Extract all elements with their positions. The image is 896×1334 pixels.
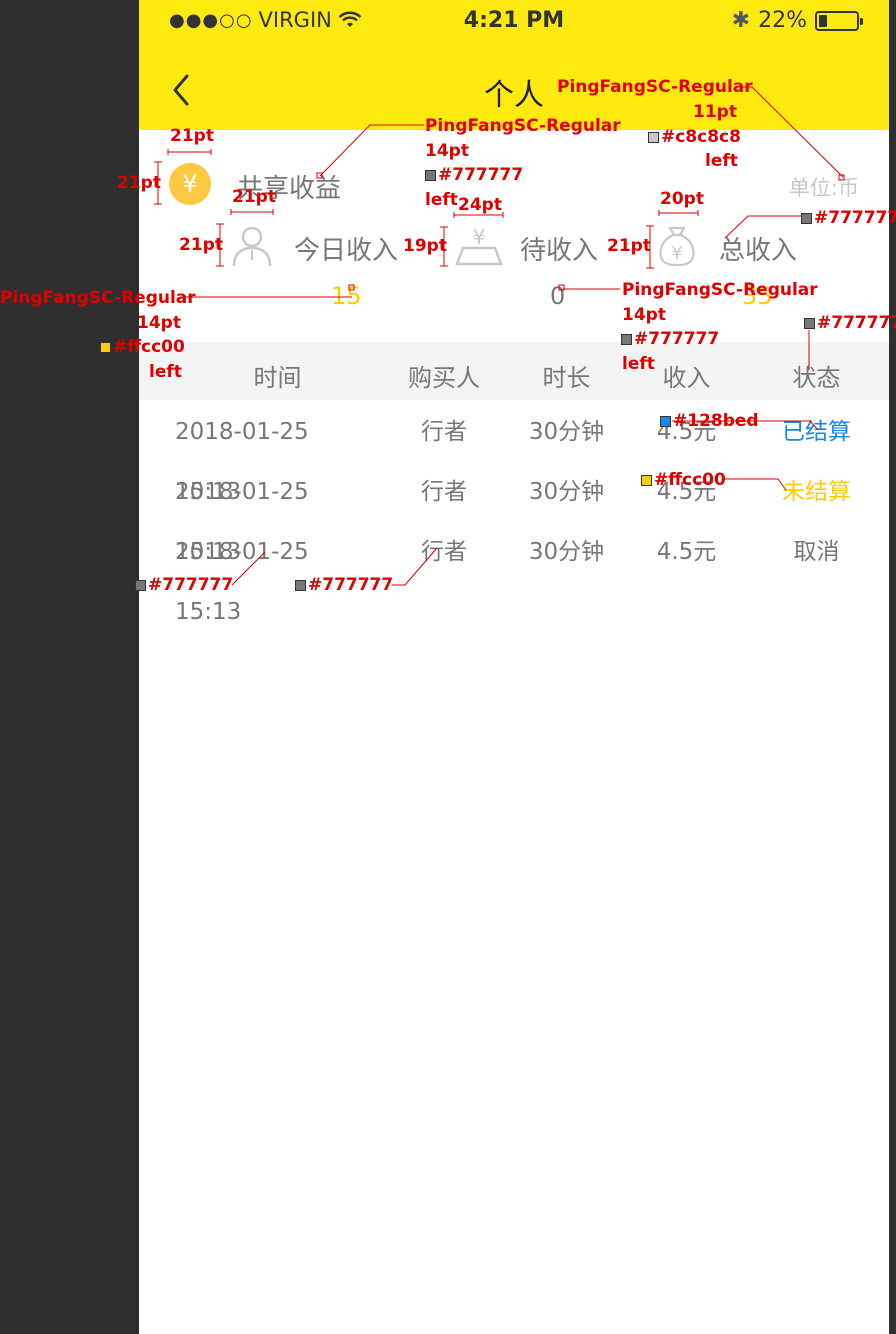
header-duration: 时长 [542,364,591,392]
annot-title-color: #c8c8c8 [648,129,741,146]
annot-share-color-text: #777777 [438,165,524,185]
annot-dim-w4: 20pt [660,189,704,209]
row-status: 取消 [793,539,840,565]
pending-income-label: 待收入 [520,236,599,266]
header-bar: ●●●○○ VIRGIN 4:21 PM ✱ 22% 个人 [139,0,889,130]
annot-share-size: 14pt [425,141,469,161]
header-buyer: 购买人 [408,364,480,392]
svg-text:¥: ¥ [671,243,682,264]
annot-buyer-color-text: #777777 [308,575,394,595]
annot-total-color-text: #777777 [814,208,896,228]
annot-total-color: #777777 [801,210,896,227]
table-row[interactable]: 2018-01-25 15:13 行者 30分钟 4.5元 未结算 [139,462,889,565]
annot-today-align: left [149,362,182,382]
table-row[interactable]: 2018-01-25 15:13 行者 30分钟 4.5元 取消 [139,522,889,625]
money-bag-icon: ¥ [659,226,695,266]
pending-yen-icon: ¥ [455,225,503,266]
status-bar: ●●●○○ VIRGIN 4:21 PM ✱ 22% [139,0,889,46]
annot-title-size: 11pt [693,102,737,122]
annot-today-font: PingFangSC-Regular [0,288,196,308]
row-buyer: 行者 [421,539,467,565]
header-status: 状态 [792,364,841,392]
annot-dim-w1: 21pt [170,126,214,146]
annot-pending-color-text: #777777 [634,329,720,349]
annot-share-font: PingFangSC-Regular [425,116,621,136]
row-status: 已结算 [782,419,851,445]
annot-today-color-text: #ffcc00 [113,337,185,357]
annot-dim-h4: 21pt [607,236,651,256]
annot-settled-color-text: #128bed [673,411,759,431]
annot-dim-w3: 24pt [458,195,502,215]
row-duration: 30分钟 [528,479,605,505]
svg-text:¥: ¥ [473,225,486,249]
annot-today-size: 14pt [137,313,181,333]
row-status: 未结算 [782,479,851,505]
annot-time-color: #777777 [135,577,233,594]
annot-dim-h3: 19pt [403,236,447,256]
annot-title-align: left [705,151,738,171]
row-buyer: 行者 [421,419,467,445]
row-duration: 30分钟 [528,419,605,445]
row-buyer: 行者 [421,479,467,505]
annot-settled-color: #128bed [660,413,759,430]
annot-title-color-text: #c8c8c8 [661,127,741,147]
annot-pending-align: left [622,354,655,374]
table-header: 时间 购买人 时长 收入 状态 [139,342,889,400]
annot-unsettled-color-text: #ffcc00 [654,470,726,490]
page-title: 个人 [484,78,544,113]
annot-dim-w2: 21pt [232,187,276,207]
annot-unsettled-color: #ffcc00 [641,472,726,489]
annot-pending-color: #777777 [621,331,719,348]
unit-label: 单位:币 [788,176,859,200]
annot-share-color: #777777 [425,167,523,184]
yen-coin-icon: ¥ [169,163,211,205]
header-time: 时间 [253,364,302,392]
total-income-label: 总收入 [719,236,798,266]
annot-header-color-text: #777777 [817,313,896,333]
annot-share-align: left [425,190,458,210]
today-income-label: 今日收入 [294,236,399,266]
pending-income-value: 0 [550,282,566,310]
user-icon [232,226,272,266]
annot-today-color: #ffcc00 [100,339,185,356]
battery-info: ✱ 22% [731,8,863,33]
bluetooth-icon: ✱ [731,8,751,33]
annot-dim-h2: 21pt [179,235,223,255]
battery-fill [819,14,827,27]
today-income-value: 15 [331,282,362,310]
battery-percent: 22% [758,8,807,33]
annot-time-color-text: #777777 [148,575,234,595]
annot-pending-font: PingFangSC-Regular [622,280,818,300]
annot-title-font: PingFangSC-Regular [557,77,753,97]
row-duration: 30分钟 [528,539,605,565]
table-row[interactable]: 2018-01-25 15:13 行者 30分钟 4.5元 已结算 [139,402,889,505]
annot-dim-h1: 21pt [117,173,161,193]
annot-pending-size: 14pt [622,305,666,325]
row-income: 4.5元 [656,539,717,565]
annot-buyer-color: #777777 [295,577,393,594]
battery-icon [815,10,863,31]
annot-header-color: #777777 [804,315,896,332]
